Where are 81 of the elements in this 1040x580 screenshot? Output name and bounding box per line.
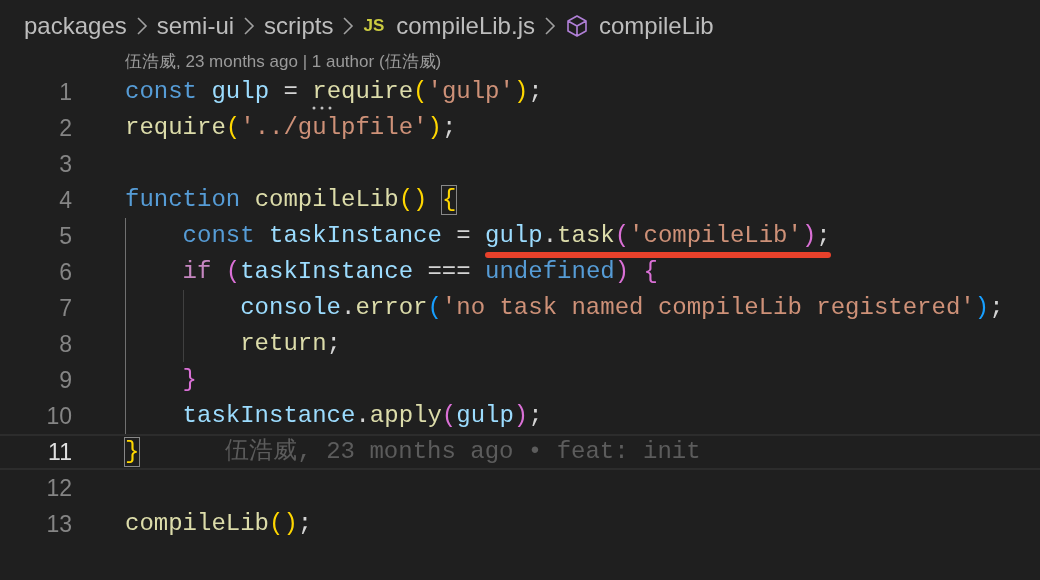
code-token: }	[125, 438, 140, 466]
code-token: if	[182, 258, 213, 286]
code-token: )	[513, 402, 529, 430]
line-number: 6	[58, 257, 72, 287]
code-token: 'no task named compileLib registered'	[441, 294, 975, 322]
code-token: const	[125, 78, 198, 106]
code-token: return	[240, 330, 327, 358]
blame-annotation: 伍浩威, 23 months ago • feat: init	[225, 437, 701, 467]
code-token: {	[642, 258, 658, 286]
code-token: gulp	[456, 402, 514, 430]
code-token: )	[801, 222, 817, 249]
line-number: 13	[45, 509, 72, 539]
code-token: ;	[528, 402, 543, 430]
code-token: .	[542, 222, 558, 249]
breadcrumb-item[interactable]: packages	[24, 8, 127, 44]
code-token: =	[455, 222, 472, 250]
code-token: undefined	[485, 258, 615, 286]
code-token: (	[614, 222, 630, 249]
code-token: )	[614, 258, 630, 286]
js-file-icon: JS	[363, 13, 385, 39]
code-token: (	[413, 78, 428, 106]
chevron-right-icon	[542, 15, 557, 37]
code-token: function	[125, 186, 242, 214]
code-token: error	[355, 294, 428, 322]
code-token: .	[341, 294, 356, 322]
code-token: compileLib	[125, 510, 270, 538]
code-token: console	[240, 294, 341, 322]
code-token: const	[182, 222, 256, 250]
code-token: )	[513, 78, 529, 106]
code-token: {	[441, 186, 457, 214]
code-token: ;	[326, 330, 341, 358]
cube-icon	[564, 14, 589, 38]
breadcrumb-item[interactable]: compileLib.js	[396, 8, 535, 44]
code-token: ()	[269, 510, 298, 538]
line-number: 5	[58, 221, 72, 251]
line-number: 1	[58, 77, 72, 107]
line-number: 7	[58, 293, 72, 323]
code-token: apply	[369, 402, 442, 430]
code-token: ;	[816, 222, 831, 249]
line-number: 4	[58, 185, 72, 215]
code-token: (	[441, 402, 457, 430]
line-number: 12	[45, 473, 72, 503]
code-token: require	[312, 78, 414, 106]
code-token: '../gulpfile'	[240, 114, 428, 142]
line-number: 10	[45, 401, 72, 431]
code-token: ;	[989, 294, 1004, 322]
codelens-author[interactable]: 伍浩威, 23 months ago | 1 author (伍浩威)	[125, 49, 442, 75]
code-token: taskInstance	[269, 222, 442, 250]
line-number: 8	[58, 329, 72, 359]
code-token: ===	[426, 258, 472, 286]
code-token: .	[355, 402, 370, 430]
code-token: )	[427, 114, 442, 142]
line-number: 2	[58, 113, 72, 143]
code-token: (	[427, 294, 442, 322]
code-token: (	[225, 114, 241, 142]
code-token: ;	[528, 78, 543, 106]
code-token: ;	[297, 510, 313, 538]
code-token: (	[225, 258, 241, 286]
code-token: 'gulp'	[427, 78, 514, 106]
chevron-right-icon	[341, 15, 356, 37]
chevron-right-icon	[242, 15, 257, 37]
code-token: ;	[441, 114, 457, 142]
code-token: =	[282, 78, 299, 106]
code-token: }	[182, 366, 197, 394]
breadcrumb-item[interactable]: scripts	[264, 8, 334, 44]
code-token: taskInstance	[182, 402, 356, 430]
code-token: task	[557, 222, 615, 249]
code-token: gulp	[211, 78, 270, 106]
code-token: gulp	[485, 222, 543, 249]
line-number: 3	[58, 149, 72, 179]
breadcrumb-item[interactable]: compileLib	[598, 8, 714, 44]
code-token: require	[125, 114, 226, 142]
line-number: 9	[58, 365, 72, 395]
code-token: ()	[398, 186, 429, 214]
code-token: taskInstance	[240, 258, 414, 286]
line-number: 11	[47, 437, 72, 467]
code-token: )	[974, 294, 990, 322]
chevron-right-icon	[134, 15, 149, 37]
code-token: compileLib	[254, 186, 399, 214]
code-token: 'compileLib'	[629, 222, 802, 249]
breadcrumb-item[interactable]: semi-ui	[156, 8, 235, 44]
